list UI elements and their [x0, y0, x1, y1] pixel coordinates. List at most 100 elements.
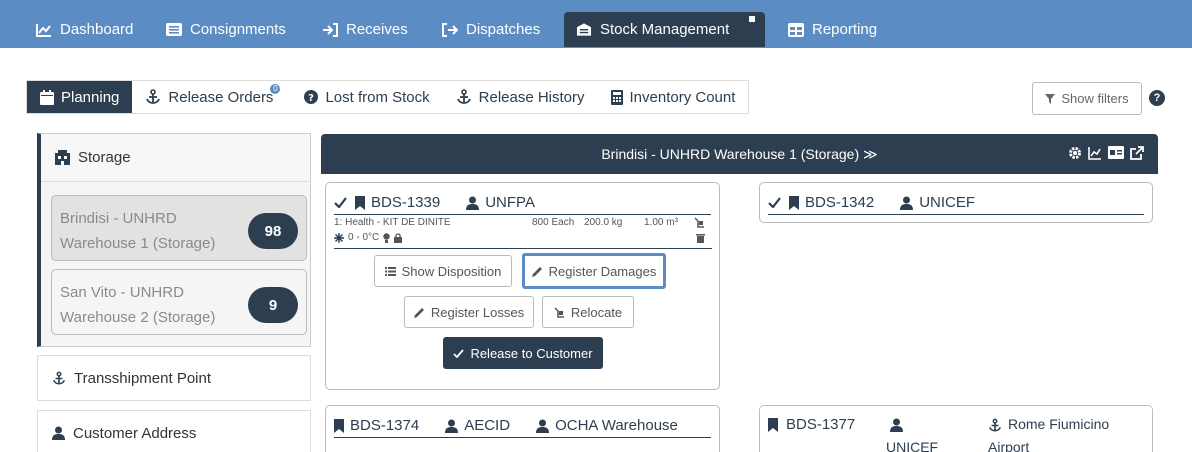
- show-disposition-label: Show Disposition: [401, 263, 502, 279]
- consignment-destination: OCHA Warehouse: [555, 417, 678, 434]
- nav-dashboard[interactable]: Dashboard: [24, 12, 145, 47]
- release-orders-badge: 0: [270, 84, 281, 94]
- show-disposition-button[interactable]: Show Disposition: [374, 255, 512, 287]
- line-chart-icon: [36, 22, 52, 38]
- consignment-card[interactable]: BDS-1342 UNICEF: [759, 182, 1153, 223]
- tab-lost-from-stock-label: Lost from Stock: [325, 88, 430, 106]
- transshipment-label: Transshipment Point: [74, 369, 212, 387]
- consignment-id-group: BDS-1339: [355, 194, 440, 211]
- top-navigation: Dashboard Consignments Receives Dispatch…: [0, 0, 1192, 48]
- table-icon: [788, 22, 804, 38]
- relocate-button[interactable]: Relocate: [542, 296, 634, 328]
- storage-panel: Storage Brindisi - UNHRD Warehouse 1 (St…: [37, 133, 311, 347]
- nav-reporting[interactable]: Reporting: [776, 12, 889, 47]
- storage-heading[interactable]: Storage: [41, 134, 310, 182]
- external-link-icon[interactable]: [1130, 146, 1144, 160]
- consignment-owner-group: UNICEF: [900, 194, 975, 211]
- sign-out-icon: [442, 22, 458, 38]
- tab-planning[interactable]: Planning: [27, 81, 133, 113]
- header-tools: [1068, 146, 1144, 160]
- lock-icon: [394, 232, 403, 243]
- nav-stock-management[interactable]: Stock Management: [564, 12, 765, 47]
- tab-lost-from-stock[interactable]: ? Lost from Stock: [286, 81, 442, 113]
- nav-dispatches[interactable]: Dispatches: [430, 12, 552, 47]
- register-damages-button[interactable]: Register Damages: [522, 253, 666, 289]
- customer-address-label: Customer Address: [73, 424, 197, 442]
- user-icon: [890, 418, 903, 432]
- pencil-icon: [413, 307, 425, 318]
- consignment-id: BDS-1342: [805, 194, 875, 211]
- nav-receives[interactable]: Receives: [310, 12, 420, 47]
- anchor-icon: [456, 89, 472, 105]
- show-filters-button[interactable]: Show filters: [1032, 82, 1142, 115]
- consignment-owner: AECID: [464, 417, 511, 434]
- id-card-icon[interactable]: [1108, 146, 1124, 160]
- trash-icon[interactable]: [696, 233, 705, 243]
- nav-receives-label: Receives: [346, 21, 408, 38]
- item-description: 1: Health - KIT DE DINITE: [334, 217, 451, 228]
- consignment-card-title: BDS-1339 UNFPA: [334, 191, 711, 215]
- snowflake-icon: [334, 232, 344, 243]
- bookmark-icon: [334, 418, 344, 433]
- tab-planning-label: Planning: [61, 88, 120, 106]
- register-damages-label: Register Damages: [548, 263, 657, 279]
- item-row: 1: Health - KIT DE DINITE 800 Each 200.0…: [334, 217, 712, 249]
- line-chart-icon[interactable]: [1088, 146, 1102, 160]
- gear-icon[interactable]: [1068, 146, 1082, 160]
- consignment-id-group: BDS-1374: [334, 417, 419, 434]
- tab-release-orders[interactable]: Release Orders 0: [132, 81, 286, 113]
- warehouse-item-brindisi[interactable]: Brindisi - UNHRD Warehouse 1 (Storage) 9…: [51, 195, 307, 261]
- nav-dispatches-label: Dispatches: [466, 21, 541, 38]
- consignment-card[interactable]: BDS-1374 AECID OCHA Warehouse: [325, 405, 720, 452]
- check-icon: [768, 197, 781, 208]
- consignment-destination-line2: Airport: [988, 439, 1030, 452]
- user-icon: [466, 196, 480, 210]
- consignment-id: BDS-1377: [786, 416, 856, 433]
- item-weight: 200.0 kg: [584, 217, 623, 228]
- storage-location-header[interactable]: Brindisi - UNHRD Warehouse 1 (Storage) ≫: [321, 134, 1158, 174]
- help-icon[interactable]: ?: [1149, 90, 1165, 106]
- tab-inventory-count-label: Inventory Count: [629, 88, 736, 106]
- filter-icon: [1045, 93, 1056, 104]
- nav-reporting-label: Reporting: [812, 21, 878, 38]
- relocate-icon[interactable]: [694, 217, 705, 228]
- warehouse-count-badge: 98: [248, 213, 298, 249]
- register-losses-button[interactable]: Register Losses: [404, 296, 534, 328]
- nav-stock-management-label: Stock Management: [600, 21, 730, 38]
- item-temperature: 0 - 0°C: [348, 232, 380, 243]
- release-to-customer-button[interactable]: Release to Customer: [443, 337, 603, 369]
- indicator-square: [749, 16, 755, 22]
- user-icon: [900, 196, 914, 210]
- item-attributes: 0 - 0°C: [334, 232, 403, 243]
- consignment-card[interactable]: BDS-1377 UNICEF Rome Fiumicino Airport: [759, 405, 1153, 452]
- consignment-card[interactable]: BDS-1339 UNFPA 1: Health - KIT DE DINITE…: [325, 182, 720, 390]
- building-icon: [55, 150, 70, 165]
- lightbulb-icon: [383, 232, 390, 243]
- consignment-owner-group: UNFPA: [466, 194, 535, 211]
- warehouse-count-badge: 9: [248, 287, 298, 323]
- storage-heading-label: Storage: [78, 149, 131, 166]
- calculator-icon: [610, 89, 623, 105]
- check-icon: [453, 348, 465, 358]
- user-icon: [445, 419, 459, 433]
- consignment-id: BDS-1339: [371, 194, 441, 211]
- relocate-icon: [554, 306, 565, 318]
- tab-inventory-count[interactable]: Inventory Count: [598, 81, 749, 113]
- stock-subtabs: Planning Release Orders 0 ? Lost from St…: [26, 80, 750, 114]
- transshipment-point-section[interactable]: Transshipment Point: [37, 355, 311, 401]
- nav-consignments[interactable]: Consignments: [154, 12, 298, 47]
- tab-release-history[interactable]: Release History: [443, 81, 598, 113]
- item-volume: 1.00 m³: [644, 217, 678, 228]
- bookmark-icon: [789, 195, 799, 210]
- list-icon: [384, 266, 396, 276]
- user-icon: [52, 426, 65, 440]
- check-icon: [334, 197, 347, 208]
- show-filters-label: Show filters: [1061, 91, 1129, 106]
- customer-address-section[interactable]: Customer Address: [37, 410, 311, 452]
- list-icon: [166, 22, 182, 38]
- bookmark-icon: [768, 418, 778, 432]
- warehouse-item-san-vito[interactable]: San Vito - UNHRD Warehouse 2 (Storage) 9: [51, 269, 307, 335]
- consignment-owner: UNICEF: [886, 439, 939, 452]
- consignment-id-group: BDS-1342: [789, 194, 874, 211]
- consignment-id: BDS-1374: [350, 417, 420, 434]
